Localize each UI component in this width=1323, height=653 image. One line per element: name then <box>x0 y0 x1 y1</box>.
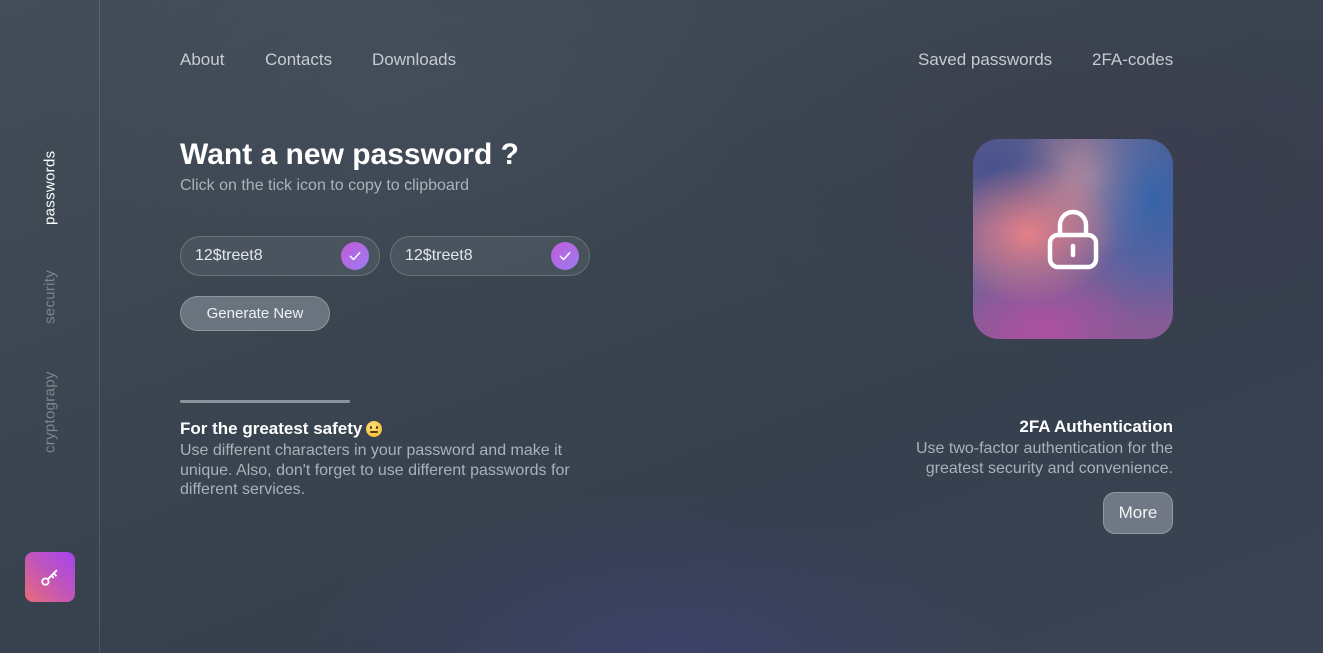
sidebar-item-security[interactable]: security <box>36 266 64 328</box>
nav-downloads-link[interactable]: Downloads <box>372 50 456 70</box>
nav-2fa-codes-link[interactable]: 2FA-codes <box>1092 50 1173 70</box>
grimacing-face-icon <box>366 421 383 437</box>
password-input-2[interactable] <box>405 237 545 275</box>
divider <box>180 400 350 403</box>
key-button[interactable] <box>25 552 75 602</box>
page-subtitle: Click on the tick icon to copy to clipbo… <box>180 177 470 194</box>
safety-text: Use different characters in your passwor… <box>180 442 570 498</box>
safety-heading: For the greatest safety <box>180 419 383 439</box>
key-icon <box>41 569 58 586</box>
more-button[interactable]: More <box>1103 492 1173 534</box>
sidebar-item-passwords[interactable]: passwords <box>36 146 64 230</box>
lock-icon <box>1047 209 1099 270</box>
nav-contacts-link[interactable]: Contacts <box>265 50 332 70</box>
page-title: Want a new password ? <box>180 138 519 171</box>
2fa-text: Use two-factor authentication for the gr… <box>915 440 1173 477</box>
password-field-1 <box>180 236 380 276</box>
nav-about-link[interactable]: About <box>180 50 224 70</box>
copy-button-1[interactable] <box>341 242 369 270</box>
copy-button-2[interactable] <box>551 242 579 270</box>
sidebar-item-cryptograpy[interactable]: cryptograpy <box>36 366 64 458</box>
safety-title: For the greatest safety <box>180 419 363 438</box>
nav-saved-passwords-link[interactable]: Saved passwords <box>918 50 1052 70</box>
generate-new-button[interactable]: Generate New <box>180 296 330 331</box>
sidebar: passwords security cryptograpy <box>0 0 100 653</box>
check-icon <box>559 252 571 261</box>
2fa-title: 2FA Authentication <box>1019 417 1173 436</box>
password-field-2 <box>390 236 590 276</box>
password-input-1[interactable] <box>195 237 335 275</box>
lock-card <box>973 139 1173 339</box>
check-icon <box>349 252 361 261</box>
